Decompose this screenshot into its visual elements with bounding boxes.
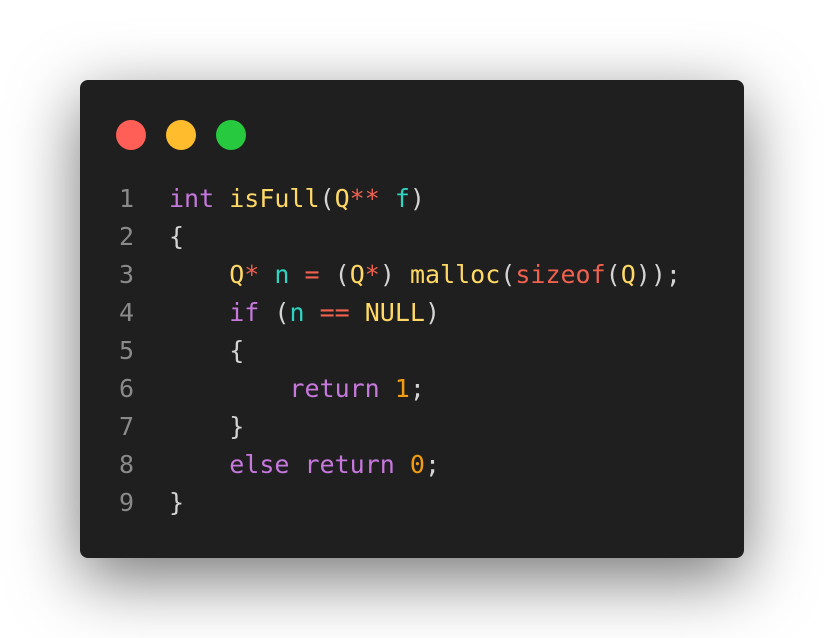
code-token: int [169, 184, 215, 213]
line-source: if (n == NULL) [169, 294, 440, 332]
close-dot-icon[interactable] [116, 120, 146, 150]
line-number: 8 [118, 450, 134, 479]
code-token: ( [274, 298, 290, 327]
line-source: } [169, 484, 184, 522]
line-source: Q* n = (Q*) malloc(sizeof(Q)); [169, 256, 681, 294]
code-token: malloc [409, 260, 501, 289]
code-token: ) [379, 260, 395, 289]
line-number: 5 [118, 336, 134, 365]
code-token: { [169, 222, 185, 251]
code-token: 0 [409, 450, 425, 479]
code-token: n [274, 260, 290, 289]
code-token: * [364, 260, 380, 289]
line-source: int isFull(Q** f) [169, 180, 425, 218]
code-token: ( [319, 184, 335, 213]
code-token: ; [424, 450, 440, 479]
code-token: Q [620, 260, 636, 289]
code-token: } [169, 488, 185, 517]
code-token: 1 [394, 374, 410, 403]
code-token: ( [500, 260, 516, 289]
code-token: ) [409, 184, 425, 213]
code-token: return [289, 374, 380, 403]
code-token: n [289, 298, 305, 327]
code-token: ( [334, 260, 350, 289]
code-token: )); [635, 260, 681, 289]
code-token: } [229, 412, 245, 441]
line-number: 6 [118, 374, 134, 403]
code-token: NULL [364, 298, 425, 327]
line-number: 4 [118, 298, 134, 327]
code-token: { [229, 336, 245, 365]
line-number: 2 [118, 222, 134, 251]
code-token: * [244, 260, 260, 289]
code-token: else [229, 450, 290, 479]
code-token: == [319, 298, 350, 327]
line-source: else return 0; [169, 446, 440, 484]
code-token: = [304, 260, 320, 289]
line-number: 3 [118, 260, 134, 289]
code-token: ; [409, 374, 425, 403]
code-token: ** [349, 184, 380, 213]
code-window: 1 int isFull(Q** f) 2{3 Q* n = (Q*) malloc… [80, 80, 744, 558]
code-token: Q [334, 184, 350, 213]
line-number: 7 [118, 412, 134, 441]
code-token: if [229, 298, 260, 327]
code-token: return [304, 450, 395, 479]
line-number: 9 [118, 488, 134, 517]
code-token: sizeof [515, 260, 606, 289]
minimize-dot-icon[interactable] [166, 120, 196, 150]
line-source: return 1; [169, 370, 425, 408]
code-token: Q [349, 260, 365, 289]
code-token: Q [229, 260, 245, 289]
line-source: } [169, 408, 244, 446]
code-token: isFull [229, 184, 320, 213]
line-source: { [169, 332, 244, 370]
code-token: ( [605, 260, 621, 289]
code-token: ) [424, 298, 441, 327]
maximize-dot-icon[interactable] [216, 120, 246, 150]
line-number: 1 [118, 184, 134, 213]
code-token: f [394, 184, 410, 213]
line-source: { [169, 218, 184, 256]
